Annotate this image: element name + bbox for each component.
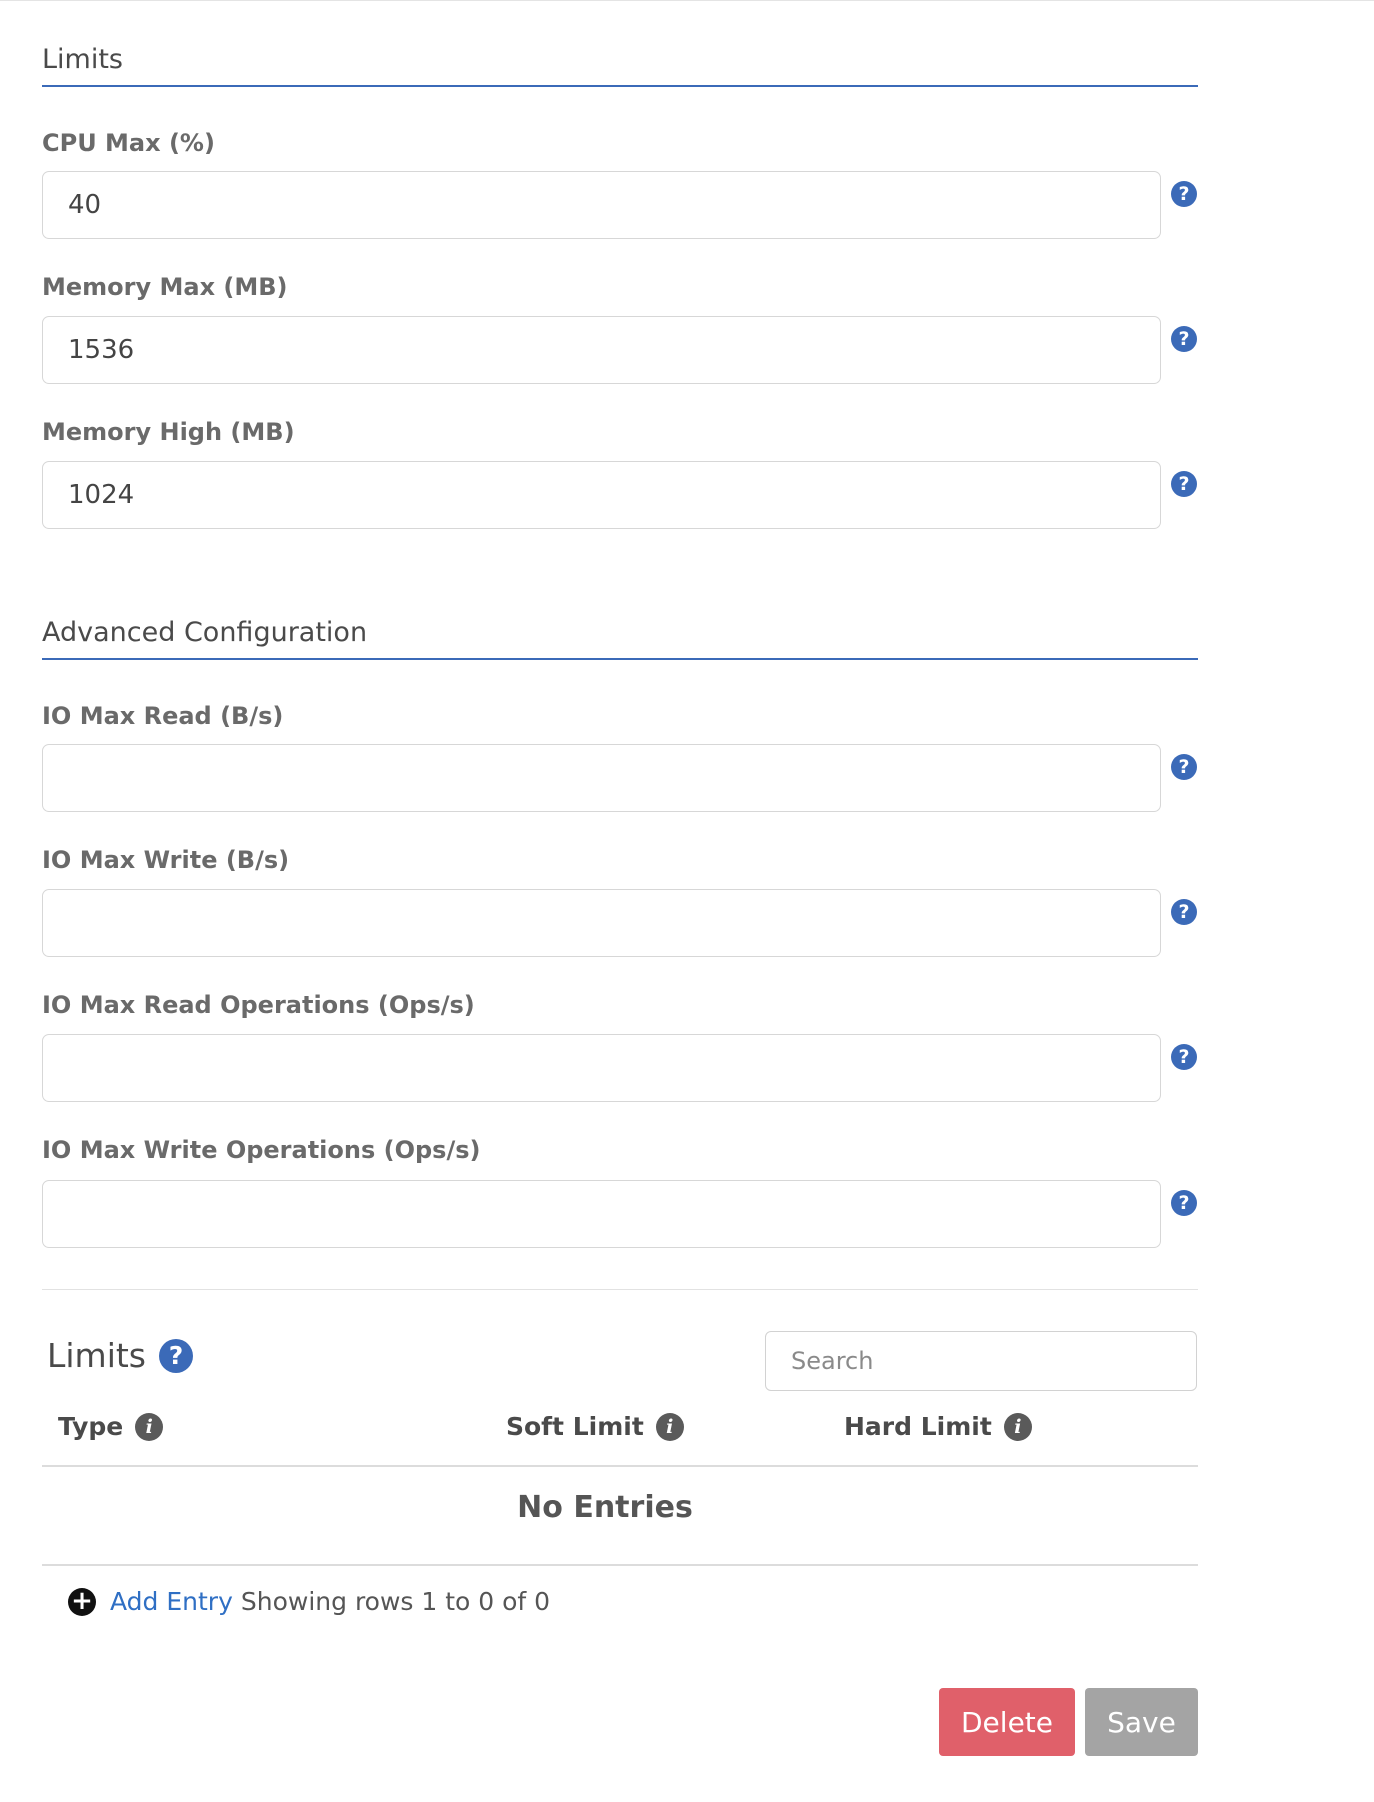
- column-header-soft-limit[interactable]: Soft Limit i: [506, 1412, 684, 1442]
- column-header-type[interactable]: Type i: [58, 1412, 164, 1442]
- io-max-read-ops-label: IO Max Read Operations (Ops/s): [42, 991, 475, 1019]
- top-border: [0, 0, 1374, 1]
- column-header-hard-limit[interactable]: Hard Limit i: [844, 1412, 1032, 1442]
- io-max-write-ops-help-icon[interactable]: ?: [1171, 1190, 1197, 1216]
- memory-high-input[interactable]: [42, 461, 1161, 529]
- memory-max-input[interactable]: [42, 316, 1161, 384]
- column-header-type-label: Type: [58, 1412, 124, 1441]
- memory-high-label: Memory High (MB): [42, 418, 295, 446]
- limits-table-help-icon[interactable]: ?: [159, 1339, 193, 1373]
- save-button[interactable]: Save: [1085, 1688, 1198, 1756]
- advanced-section-heading: Advanced Configuration: [42, 617, 1198, 660]
- io-max-read-label: IO Max Read (B/s): [42, 702, 284, 730]
- io-max-write-help-icon[interactable]: ?: [1171, 899, 1197, 925]
- memory-high-help-icon[interactable]: ?: [1171, 471, 1197, 497]
- cpu-max-label: CPU Max (%): [42, 129, 215, 157]
- table-footer: + Add Entry Showing rows 1 to 0 of 0: [68, 1586, 550, 1618]
- io-max-write-ops-input[interactable]: [42, 1180, 1161, 1248]
- io-max-read-ops-help-icon[interactable]: ?: [1171, 1044, 1197, 1070]
- section-divider: [42, 1289, 1198, 1290]
- hard-limit-info-icon[interactable]: i: [1003, 1413, 1032, 1441]
- table-bottom-border: [42, 1564, 1198, 1566]
- limits-section-heading: Limits: [42, 44, 1198, 87]
- pagination-info: Showing rows 1 to 0 of 0: [240, 1587, 551, 1616]
- add-entry-icon[interactable]: +: [68, 1588, 96, 1616]
- cpu-max-input[interactable]: [42, 171, 1161, 239]
- type-info-icon[interactable]: i: [135, 1413, 164, 1441]
- table-empty-message: No Entries: [517, 1490, 693, 1525]
- limits-table-title: Limits ?: [47, 1336, 193, 1376]
- cpu-max-help-icon[interactable]: ?: [1171, 181, 1197, 207]
- table-header-border: [42, 1465, 1198, 1467]
- memory-max-help-icon[interactable]: ?: [1171, 326, 1197, 352]
- limits-table-title-text: Limits: [47, 1336, 146, 1375]
- search-input[interactable]: [765, 1331, 1197, 1391]
- io-max-read-help-icon[interactable]: ?: [1171, 754, 1197, 780]
- soft-limit-info-icon[interactable]: i: [655, 1413, 684, 1441]
- io-max-read-input[interactable]: [42, 744, 1161, 812]
- column-header-soft-limit-label: Soft Limit: [506, 1412, 644, 1441]
- io-max-read-ops-input[interactable]: [42, 1034, 1161, 1102]
- delete-button[interactable]: Delete: [939, 1688, 1075, 1756]
- io-max-write-ops-label: IO Max Write Operations (Ops/s): [42, 1136, 481, 1164]
- io-max-write-input[interactable]: [42, 889, 1161, 957]
- column-header-hard-limit-label: Hard Limit: [844, 1412, 992, 1441]
- io-max-write-label: IO Max Write (B/s): [42, 846, 290, 874]
- memory-max-label: Memory Max (MB): [42, 273, 288, 301]
- add-entry-link[interactable]: Add Entry: [110, 1586, 233, 1618]
